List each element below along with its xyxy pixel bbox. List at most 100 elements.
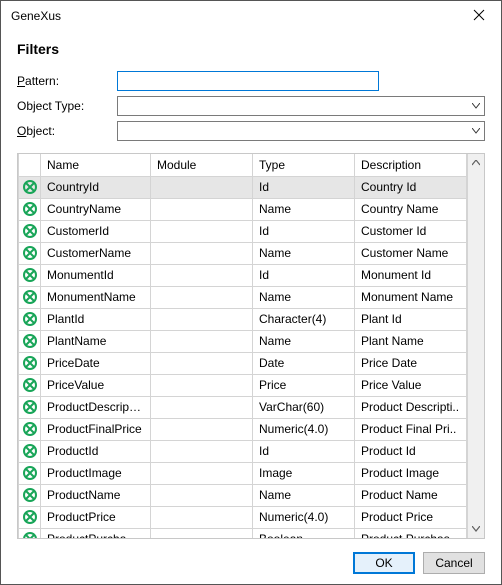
attribute-icon: [19, 220, 41, 242]
cell-type: Id: [253, 440, 355, 462]
cell-module: [151, 396, 253, 418]
col-name-header[interactable]: Name: [41, 154, 151, 176]
cell-description: Country Id: [355, 176, 467, 198]
attribute-icon: [19, 286, 41, 308]
table-row[interactable]: PriceValuePricePrice Value: [19, 374, 467, 396]
attribute-icon: [19, 484, 41, 506]
cell-module: [151, 484, 253, 506]
results-table: Name Module Type Description CountryIdId…: [18, 154, 467, 538]
pattern-row: Pattern:: [17, 71, 485, 91]
cell-name: CustomerId: [41, 220, 151, 242]
cell-name: PlantId: [41, 308, 151, 330]
table-row[interactable]: PlantIdCharacter(4)Plant Id: [19, 308, 467, 330]
col-type-header[interactable]: Type: [253, 154, 355, 176]
cell-description: Product Image: [355, 462, 467, 484]
cell-description: Monument Name: [355, 286, 467, 308]
cell-name: MonumentName: [41, 286, 151, 308]
cell-type: Date: [253, 352, 355, 374]
table-row[interactable]: ProductNameNameProduct Name: [19, 484, 467, 506]
cell-module: [151, 330, 253, 352]
col-module-header[interactable]: Module: [151, 154, 253, 176]
attribute-icon: [19, 374, 41, 396]
cell-name: ProductDescription: [41, 396, 151, 418]
object-type-row: Object Type:: [17, 96, 485, 116]
cell-module: [151, 528, 253, 538]
col-description-header[interactable]: Description: [355, 154, 467, 176]
object-type-label: Object Type:: [17, 99, 117, 113]
scroll-up-icon: [471, 158, 481, 168]
cell-module: [151, 242, 253, 264]
ok-button-label: OK: [375, 556, 392, 570]
cell-module: [151, 198, 253, 220]
cell-description: Customer Name: [355, 242, 467, 264]
vertical-scrollbar[interactable]: [467, 154, 484, 538]
cell-name: CustomerName: [41, 242, 151, 264]
table-row[interactable]: CustomerName NameCustomer Name: [19, 242, 467, 264]
cell-type: Name: [253, 484, 355, 506]
cancel-button[interactable]: Cancel: [423, 552, 485, 574]
table-row[interactable]: ProductFinalPriceNumeric(4.0)Product Fin…: [19, 418, 467, 440]
cell-name: MonumentId: [41, 264, 151, 286]
cell-module: [151, 374, 253, 396]
cell-description: Product Id: [355, 440, 467, 462]
table-row[interactable]: ProductDescriptionVarChar(60)Product Des…: [19, 396, 467, 418]
cell-module: [151, 308, 253, 330]
cell-type: Name: [253, 330, 355, 352]
object-combo[interactable]: [117, 121, 485, 141]
cell-description: Product Final Pri..: [355, 418, 467, 440]
cell-type: Id: [253, 264, 355, 286]
table-header-row: Name Module Type Description: [19, 154, 467, 176]
cancel-button-label: Cancel: [435, 556, 472, 570]
cell-type: Boolean: [253, 528, 355, 538]
cell-type: Name: [253, 198, 355, 220]
table-row[interactable]: CountryNameNameCountry Name: [19, 198, 467, 220]
cell-description: Plant Name: [355, 330, 467, 352]
table-row[interactable]: CustomerId IdCustomer Id: [19, 220, 467, 242]
table-row[interactable]: MonumentId IdMonument Id: [19, 264, 467, 286]
table-row[interactable]: ProductPriceNumeric(4.0)Product Price: [19, 506, 467, 528]
cell-description: Country Name: [355, 198, 467, 220]
cell-description: Customer Id: [355, 220, 467, 242]
cell-type: VarChar(60): [253, 396, 355, 418]
cell-description: Price Value: [355, 374, 467, 396]
cell-module: [151, 264, 253, 286]
attribute-icon: [19, 198, 41, 220]
cell-type: Price: [253, 374, 355, 396]
col-icon-header[interactable]: [19, 154, 41, 176]
attribute-icon: [19, 440, 41, 462]
attribute-icon: [19, 528, 41, 538]
cell-description: Product Price: [355, 506, 467, 528]
window-title: GeneXus: [11, 9, 61, 23]
cell-description: Product Purchas...: [355, 528, 467, 538]
ok-button[interactable]: OK: [353, 552, 415, 574]
table-row[interactable]: PlantNameNamePlant Name: [19, 330, 467, 352]
dialog-content: Filters Pattern: Object Type: Object:: [1, 31, 501, 539]
cell-module: [151, 462, 253, 484]
table-row[interactable]: MonumentName NameMonument Name: [19, 286, 467, 308]
cell-type: Name: [253, 286, 355, 308]
table-row[interactable]: ProductIdIdProduct Id: [19, 440, 467, 462]
cell-type: Name: [253, 242, 355, 264]
window-close-button[interactable]: [456, 1, 501, 31]
table-row[interactable]: PriceDateDatePrice Date: [19, 352, 467, 374]
table-row[interactable]: CountryIdIdCountry Id: [19, 176, 467, 198]
pattern-input[interactable]: [117, 71, 379, 91]
attribute-icon: [19, 330, 41, 352]
table-row[interactable]: ProductImageImageProduct Image: [19, 462, 467, 484]
cell-module: [151, 286, 253, 308]
attribute-icon: [19, 418, 41, 440]
attribute-icon: [19, 176, 41, 198]
cell-name: ProductName: [41, 484, 151, 506]
cell-name: CountryId: [41, 176, 151, 198]
object-type-combo[interactable]: [117, 96, 485, 116]
chevron-down-icon: [471, 126, 481, 136]
cell-type: Id: [253, 220, 355, 242]
cell-description: Monument Id: [355, 264, 467, 286]
pattern-label: Pattern:: [17, 74, 117, 88]
cell-description: Price Date: [355, 352, 467, 374]
cell-module: [151, 506, 253, 528]
table-row[interactable]: ProductPurchaseA...BooleanProduct Purcha…: [19, 528, 467, 538]
close-icon: [473, 9, 485, 24]
attribute-icon: [19, 506, 41, 528]
cell-type: Image: [253, 462, 355, 484]
